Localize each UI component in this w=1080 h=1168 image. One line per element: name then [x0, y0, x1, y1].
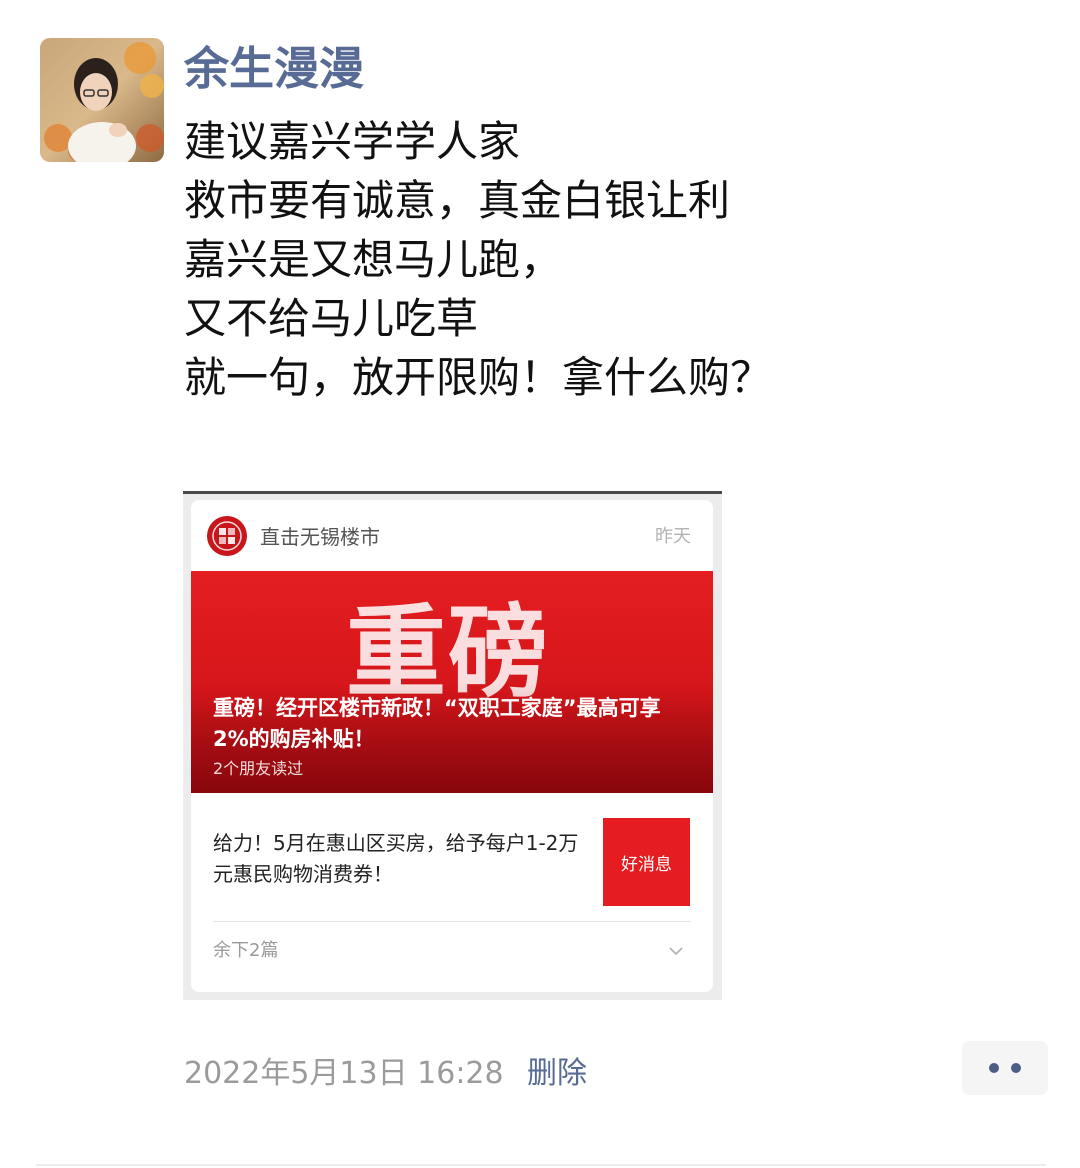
more-articles-label: 余下2篇 [213, 940, 279, 961]
post-text: 建议嘉兴学学人家 救市要有诚意，真金白银让利 嘉兴是又想马儿跑， 又不给马儿吃草… [184, 112, 1044, 407]
sub-article-title: 给力！5月在惠山区买房，给予每户1-2万元惠民购物消费券！ [213, 831, 579, 886]
source-name: 直击无锡楼市 [260, 525, 380, 549]
avatar-photo [40, 38, 164, 162]
source-time: 昨天 [655, 526, 691, 547]
sub-article-thumbnail: 好消息 [603, 818, 690, 906]
avatar[interactable] [40, 38, 164, 162]
post-line: 建议嘉兴学学人家 [184, 117, 521, 166]
post-line: 救市要有诚意，真金白银让利 [184, 176, 731, 225]
delete-button[interactable]: 删除 [527, 1054, 587, 1094]
divider [36, 1164, 1046, 1166]
shared-image[interactable]: 直击无锡楼市 昨天 重磅 重磅！经开区楼市新政！“双职工家庭”最高可享2%的购房… [183, 491, 722, 1000]
source-logo-icon [207, 516, 247, 556]
card-header: 直击无锡楼市 昨天 [191, 500, 713, 570]
post-timestamp: 2022年5月13日 16:28 [184, 1056, 504, 1091]
banner-title: 重磅！经开区楼市新政！“双职工家庭”最高可享2%的购房补贴！ [213, 696, 661, 751]
banner-read-count: 2个朋友读过 [213, 759, 304, 778]
more-options-button[interactable] [962, 1041, 1048, 1095]
banner-article: 重磅 重磅！经开区楼市新政！“双职工家庭”最高可享2%的购房补贴！ 2个朋友读过 [191, 571, 713, 793]
card-divider [213, 921, 691, 922]
sub-article: 给力！5月在惠山区买房，给予每户1-2万元惠民购物消费券！ 好消息 [191, 810, 713, 920]
post-line: 又不给马儿吃草 [184, 294, 479, 343]
author-name[interactable]: 余生漫漫 [184, 40, 364, 98]
moments-post: 余生漫漫 建议嘉兴学学人家 救市要有诚意，真金白银让利 嘉兴是又想马儿跑， 又不… [0, 0, 1080, 1168]
post-line: 嘉兴是又想马儿跑， [184, 235, 563, 284]
article-card: 直击无锡楼市 昨天 重磅 重磅！经开区楼市新政！“双职工家庭”最高可享2%的购房… [191, 500, 713, 992]
post-line: 就一句，放开限购！拿什么购？ [184, 353, 773, 402]
chevron-down-icon [667, 942, 685, 960]
